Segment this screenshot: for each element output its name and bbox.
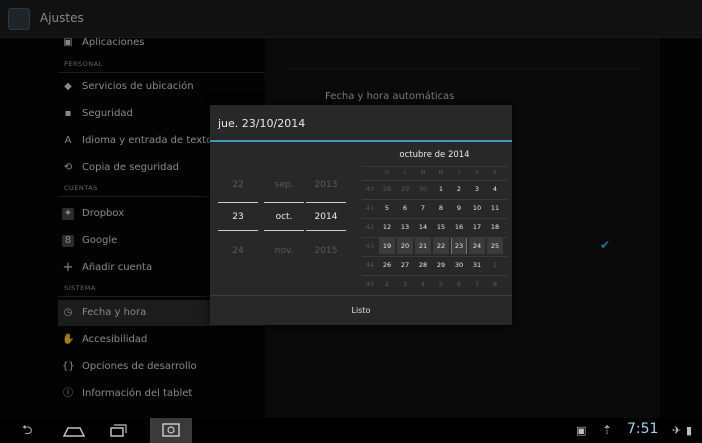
calendar-day[interactable]: 30 xyxy=(451,257,467,273)
year-current[interactable]: 2014 xyxy=(304,212,348,222)
calendar-day[interactable]: 15 xyxy=(433,219,449,235)
spinner-divider xyxy=(218,230,258,231)
recent-apps-icon[interactable] xyxy=(108,422,128,439)
calendar-day[interactable]: 7 xyxy=(469,276,485,292)
airplane-mode-icon[interactable]: ✈ xyxy=(672,422,681,439)
calendar-day[interactable]: 5 xyxy=(379,200,395,216)
calendar-day[interactable]: 26 xyxy=(379,257,395,273)
calendar-day[interactable]: 13 xyxy=(397,219,413,235)
month-prev[interactable]: sep. xyxy=(262,180,306,190)
week-number: 41 xyxy=(365,204,375,212)
day-next[interactable]: 24 xyxy=(216,246,260,256)
battery-icon[interactable]: ▮ xyxy=(686,422,692,439)
dialog-title: jue. 23/10/2014 xyxy=(218,117,306,130)
spinner-divider xyxy=(264,230,304,231)
calendar-month-title: octubre de 2014 xyxy=(399,150,470,160)
spinner-divider xyxy=(264,202,304,203)
weekday-label: M xyxy=(420,170,426,176)
calendar-day[interactable]: 4 xyxy=(487,181,503,197)
calendar-day[interactable]: 9 xyxy=(451,200,467,216)
calendar-day[interactable]: 2 xyxy=(451,181,467,197)
weekday-label: S xyxy=(493,170,497,176)
calendar-day[interactable]: 8 xyxy=(433,200,449,216)
calendar-day[interactable]: 1 xyxy=(433,181,449,197)
done-button[interactable]: Listo xyxy=(210,296,512,325)
week-number: 43 xyxy=(365,242,375,250)
home-icon[interactable] xyxy=(62,422,86,439)
weekday-label: D xyxy=(384,170,390,176)
year-prev[interactable]: 2013 xyxy=(304,180,348,190)
calendar-day[interactable]: 29 xyxy=(397,181,413,197)
calendar-day[interactable]: 8 xyxy=(487,276,503,292)
screenshot-icon[interactable] xyxy=(150,418,192,443)
status-clock[interactable]: 7:51 xyxy=(627,421,658,437)
week-number: 42 xyxy=(365,223,375,231)
spinner-divider xyxy=(218,202,258,203)
calendar-day[interactable]: 31 xyxy=(469,257,485,273)
month-next[interactable]: nov. xyxy=(262,246,306,256)
day-prev[interactable]: 22 xyxy=(216,180,260,190)
calendar-day[interactable]: 6 xyxy=(451,276,467,292)
calendar-day[interactable]: 28 xyxy=(379,181,395,197)
date-picker-dialog: jue. 23/10/2014 22 23 24 sep. oct. nov. … xyxy=(210,105,512,325)
spinner-divider xyxy=(306,230,346,231)
calendar-day[interactable]: 4 xyxy=(415,276,431,292)
gallery-notification-icon[interactable]: ▣ xyxy=(576,422,586,439)
system-bar: ⮌ ▣ ⇡ 7:51 ✈ ▮ xyxy=(0,418,702,443)
calendar-day[interactable]: 21 xyxy=(415,238,431,254)
calendar-day[interactable]: 29 xyxy=(433,257,449,273)
calendar-day[interactable]: 2 xyxy=(379,276,395,292)
weekday-label: L xyxy=(403,170,407,176)
calendar-day[interactable]: 6 xyxy=(397,200,413,216)
calendar-day[interactable]: 10 xyxy=(469,200,485,216)
calendar-day[interactable]: 7 xyxy=(415,200,431,216)
weekday-label: M xyxy=(438,170,444,176)
spinner-divider xyxy=(306,202,346,203)
calendar-day[interactable]: 27 xyxy=(397,257,413,273)
week-number: 44 xyxy=(365,261,375,269)
back-icon[interactable]: ⮌ xyxy=(22,422,32,439)
calendar-day[interactable]: 16 xyxy=(451,219,467,235)
month-current[interactable]: oct. xyxy=(262,212,306,222)
calendar-view[interactable]: octubre de 2014 D L M M J V S 40 28 29 3… xyxy=(362,142,507,295)
week-number: 40 xyxy=(365,185,375,193)
calendar-day[interactable]: 3 xyxy=(469,181,485,197)
calendar-day[interactable]: 3 xyxy=(397,276,413,292)
calendar-day[interactable]: 19 xyxy=(379,238,395,254)
calendar-day[interactable]: 11 xyxy=(487,200,503,216)
calendar-day-selected[interactable]: 23 xyxy=(451,238,467,254)
calendar-day[interactable]: 18 xyxy=(487,219,503,235)
calendar-day[interactable]: 1 xyxy=(487,257,503,273)
calendar-day[interactable]: 12 xyxy=(379,219,395,235)
calendar-day[interactable]: 25 xyxy=(487,238,503,254)
year-next[interactable]: 2015 xyxy=(304,246,348,256)
month-spinner[interactable]: sep. oct. nov. xyxy=(262,142,306,292)
week-number: 45 xyxy=(365,280,375,288)
calendar-day[interactable]: 30 xyxy=(415,181,431,197)
calendar-day[interactable]: 22 xyxy=(433,238,449,254)
weekday-label: J xyxy=(458,170,460,176)
calendar-day[interactable]: 28 xyxy=(415,257,431,273)
calendar-day[interactable]: 24 xyxy=(469,238,485,254)
day-spinner[interactable]: 22 23 24 xyxy=(216,142,260,292)
calendar-divider xyxy=(362,166,507,167)
calendar-day[interactable]: 14 xyxy=(415,219,431,235)
weekday-label: V xyxy=(475,170,479,176)
day-current[interactable]: 23 xyxy=(216,212,260,222)
calendar-day[interactable]: 17 xyxy=(469,219,485,235)
upload-icon[interactable]: ⇡ xyxy=(602,422,612,439)
year-spinner[interactable]: 2013 2014 2015 xyxy=(304,142,348,292)
calendar-day[interactable]: 5 xyxy=(433,276,449,292)
calendar-day[interactable]: 20 xyxy=(397,238,413,254)
